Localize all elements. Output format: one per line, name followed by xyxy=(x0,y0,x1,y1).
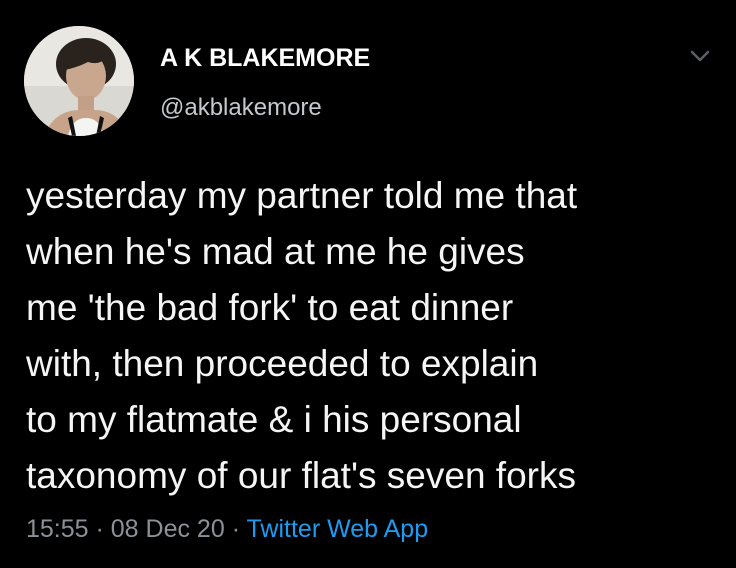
avatar-image xyxy=(24,26,134,136)
avatar[interactable] xyxy=(24,26,134,136)
tweet-source-link[interactable]: Twitter Web App xyxy=(247,515,429,543)
tweet-timestamp[interactable]: 15:55 · 08 Dec 20 xyxy=(26,515,225,543)
chevron-down-icon[interactable] xyxy=(684,44,716,70)
tweet-text: yesterday my partner told me that when h… xyxy=(26,175,578,496)
author-handle[interactable]: @akblakemore xyxy=(160,94,322,122)
tweet-card: A K BLAKEMORE @akblakemore yesterday my … xyxy=(0,0,736,568)
author-display-name[interactable]: A K BLAKEMORE xyxy=(160,44,370,73)
meta-separator: · xyxy=(231,515,241,543)
tweet-meta: 15:55 · 08 Dec 20 · Twitter Web App xyxy=(26,515,428,544)
